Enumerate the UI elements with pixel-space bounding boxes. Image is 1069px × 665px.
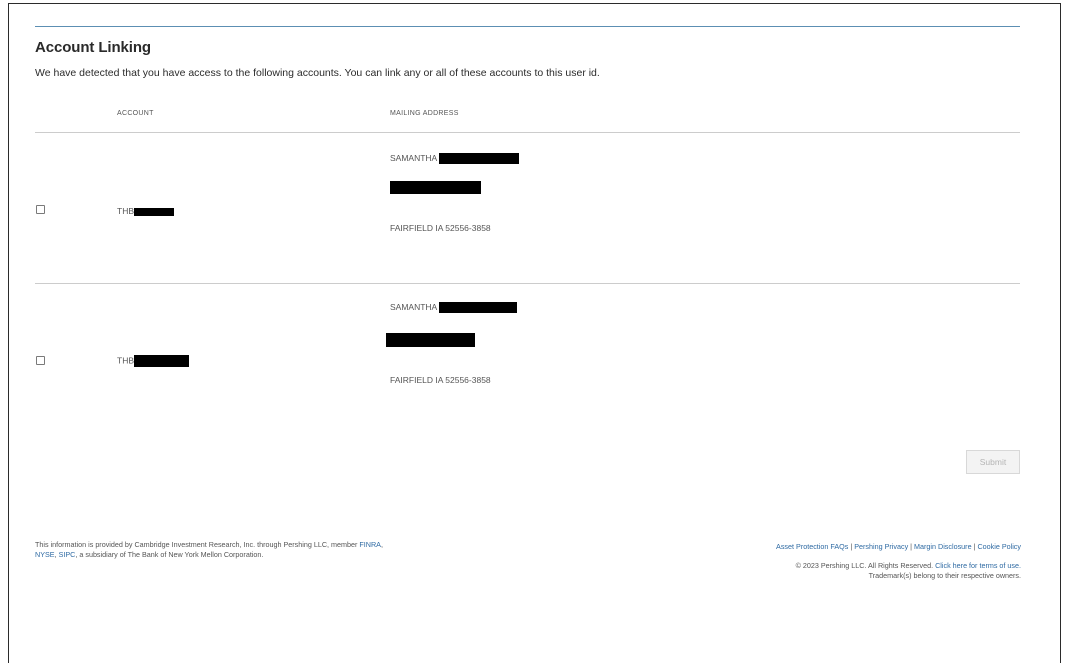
redaction-bar — [439, 153, 520, 165]
footer-nav: Asset Protection FAQs | Pershing Privacy… — [776, 542, 1021, 552]
redaction-bar — [134, 355, 189, 367]
address-city-line: FAIRFIELD IA 52556-3858 — [390, 223, 491, 233]
trademark-text: Trademark(s) belong to their respective … — [868, 571, 1021, 580]
account-column-header: ACCOUNT — [117, 110, 154, 117]
disclosure-comma: , — [380, 540, 383, 549]
redaction-bar — [439, 302, 518, 314]
copyright-text: © 2023 Pershing LLC. All Rights Reserved… — [795, 561, 934, 570]
disclosure-text: , a subsidiary of The Bank of New York M… — [75, 550, 264, 559]
separator: | — [910, 542, 913, 551]
separator: | — [850, 542, 853, 551]
finra-link[interactable]: FINRA — [359, 540, 381, 549]
redaction-bar — [386, 333, 475, 347]
redaction-bar — [134, 207, 174, 216]
table-header-divider — [35, 132, 1020, 133]
account-prefix: THB — [117, 355, 134, 366]
header-divider — [35, 26, 1020, 27]
margin-disclosure-link[interactable]: Margin Disclosure — [914, 542, 972, 551]
asset-protection-faqs-link[interactable]: Asset Protection FAQs — [776, 542, 848, 551]
separator: | — [973, 542, 976, 551]
submit-button[interactable]: Submit — [966, 450, 1020, 474]
disclosure-text: This information is provided by Cambridg… — [35, 540, 360, 549]
copyright-line: © 2023 Pershing LLC. All Rights Reserved… — [776, 561, 1021, 571]
account-prefix: THB — [117, 206, 134, 216]
address-name: SAMANTHA — [390, 302, 518, 314]
address-city-line: FAIRFIELD IA 52556-3858 — [390, 375, 491, 385]
sipc-link[interactable]: SIPC — [59, 550, 76, 559]
account-number: THB — [117, 206, 174, 216]
row-divider — [35, 283, 1020, 284]
address-name-prefix: SAMANTHA — [390, 302, 437, 312]
footer-disclosure: This information is provided by Cambridg… — [35, 540, 505, 560]
address-name: SAMANTHA — [390, 153, 520, 165]
cookie-policy-link[interactable]: Cookie Policy — [977, 542, 1021, 551]
terms-of-use-link[interactable]: Click here for terms of use. — [935, 561, 1021, 570]
page-title: Account Linking — [35, 39, 151, 56]
redaction-bar — [390, 181, 481, 194]
nyse-link[interactable]: NYSE — [35, 550, 55, 559]
pershing-privacy-link[interactable]: Pershing Privacy — [854, 542, 908, 551]
account-checkbox[interactable] — [36, 356, 45, 365]
account-checkbox[interactable] — [36, 205, 45, 214]
footer-links: Asset Protection FAQs | Pershing Privacy… — [776, 542, 1021, 581]
account-number: THB — [117, 355, 189, 367]
intro-text: We have detected that you have access to… — [35, 67, 600, 79]
address-name-prefix: SAMANTHA — [390, 153, 437, 163]
mailing-address-column-header: MAILING ADDRESS — [390, 110, 459, 117]
